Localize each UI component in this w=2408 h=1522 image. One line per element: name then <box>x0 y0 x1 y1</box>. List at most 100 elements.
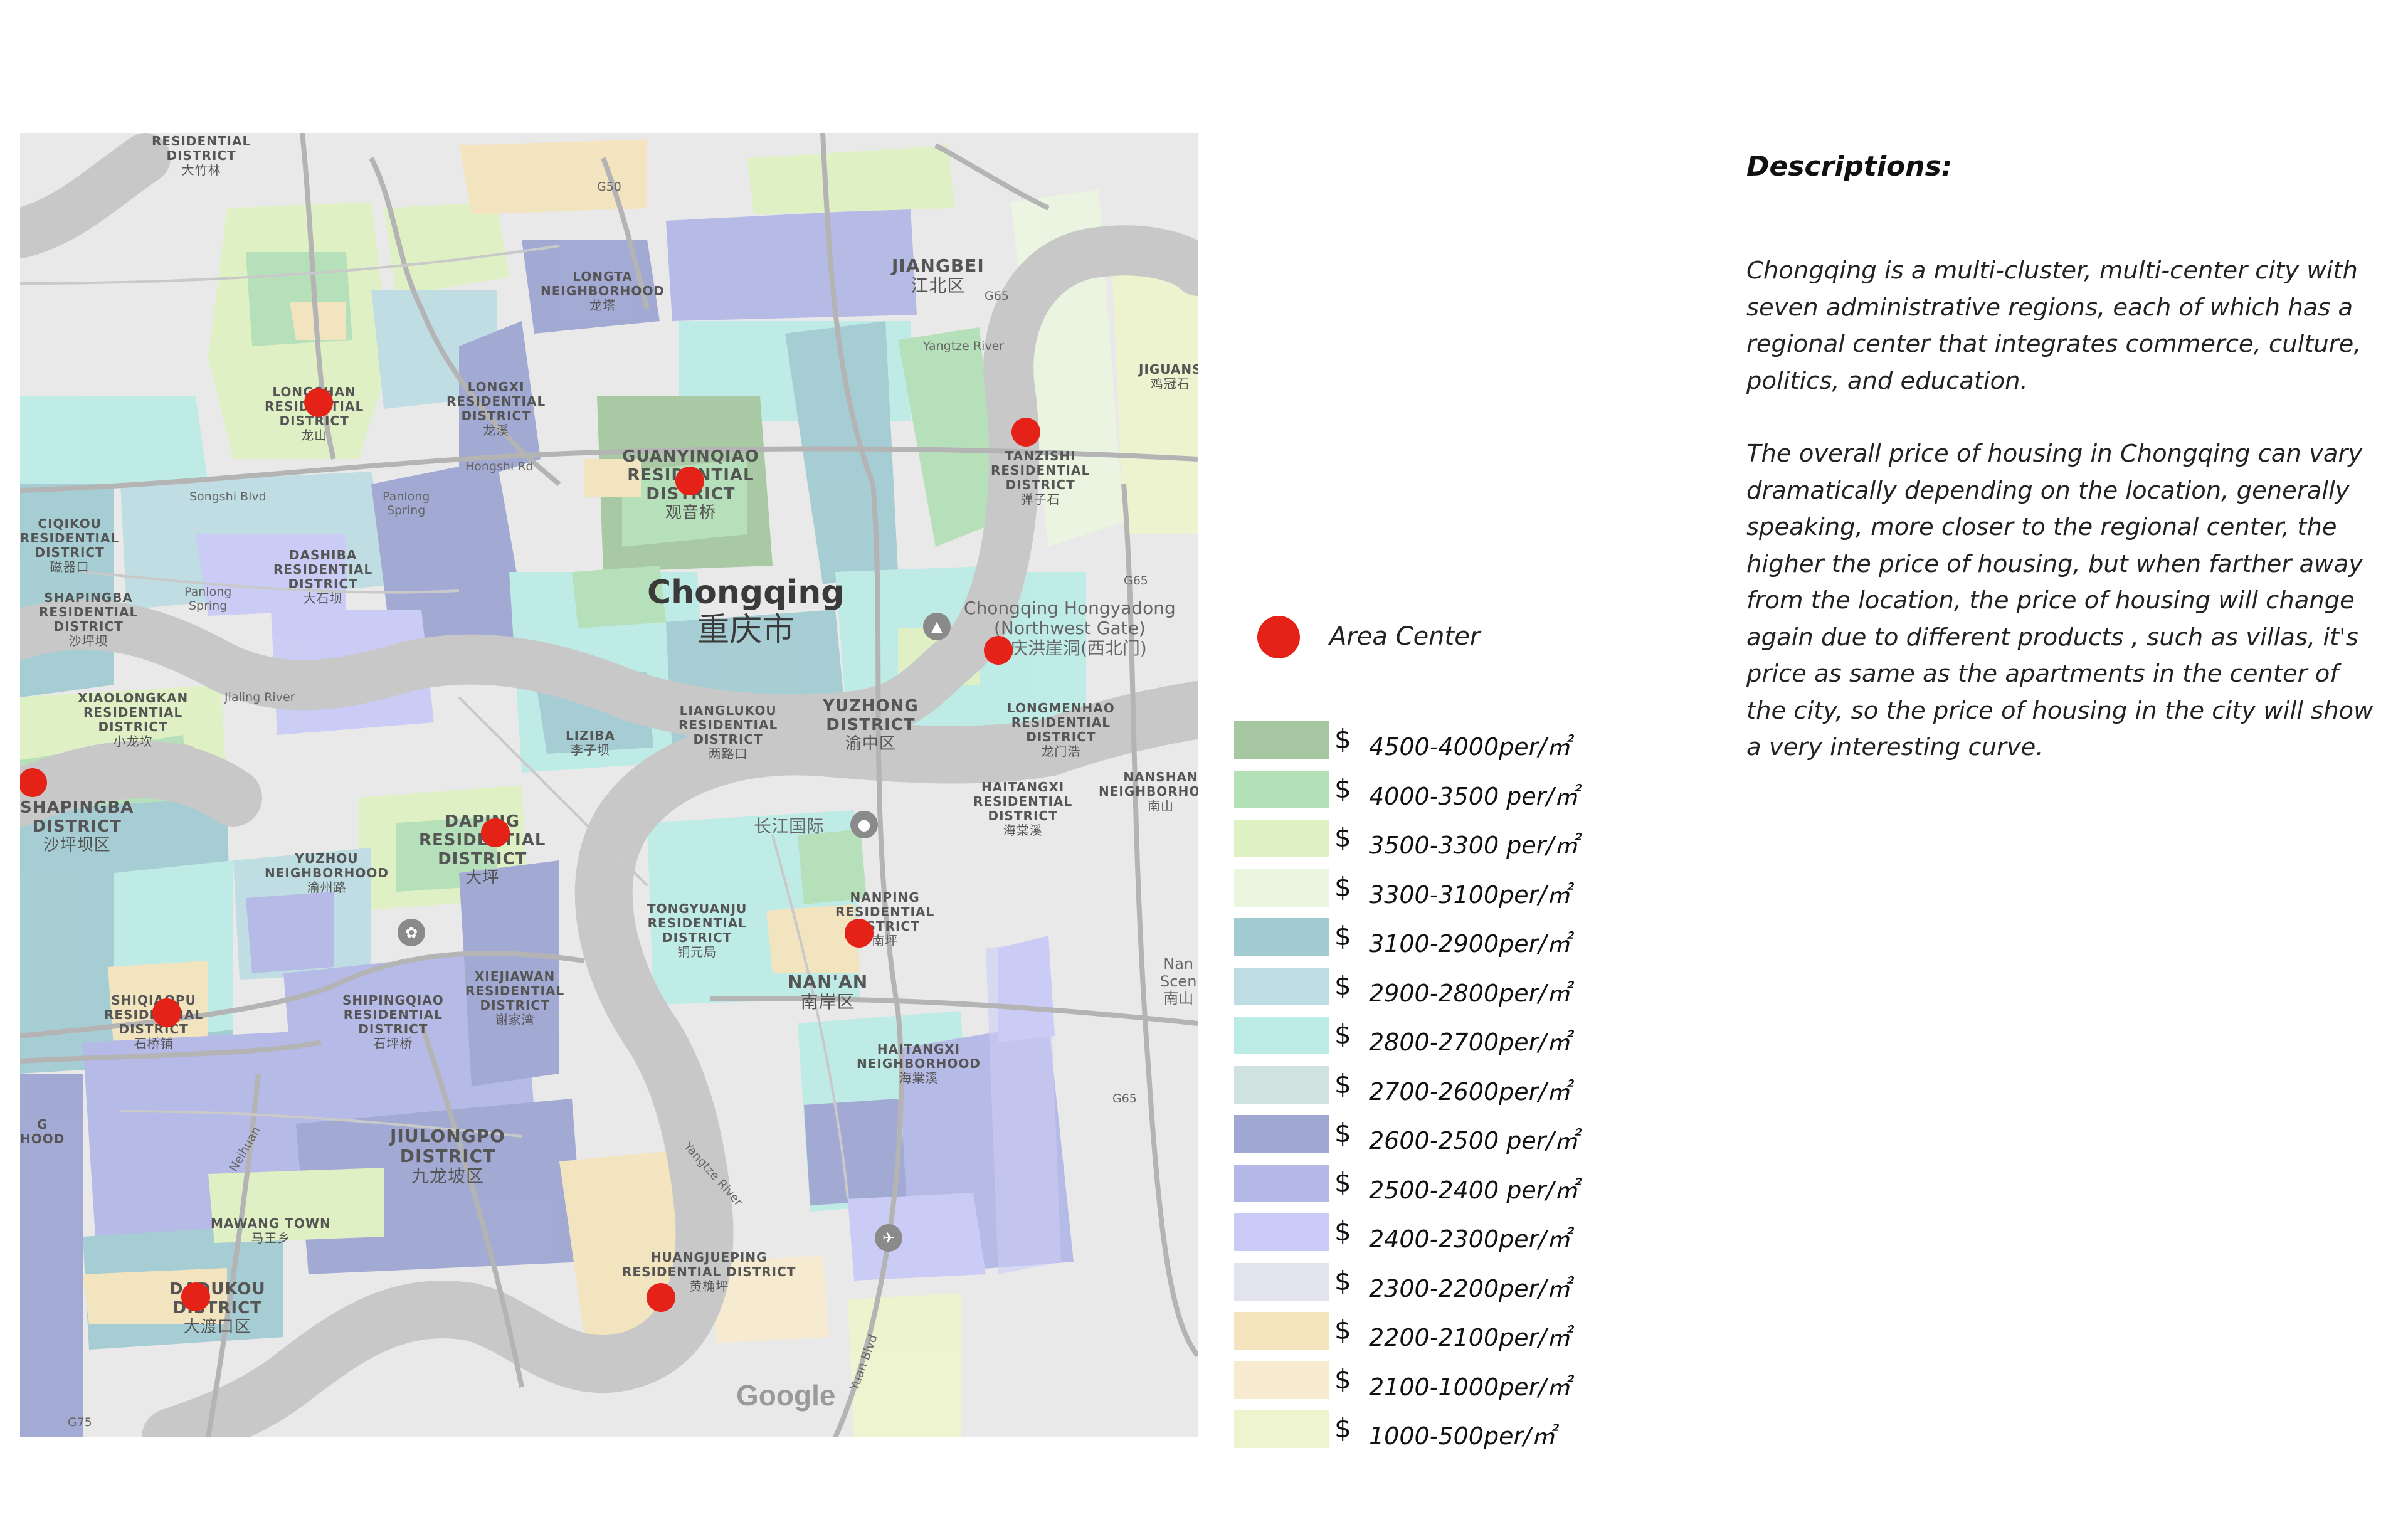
label-xiejiawan: XIEJIAWAN RESIDENTIAL DISTRICT 谢家湾 <box>465 969 565 1027</box>
zoo-icon[interactable]: ✿ <box>398 919 425 946</box>
label-songshi-blvd: Songshi Blvd <box>189 490 267 504</box>
dollar-icon: $ <box>1334 970 1351 1001</box>
dollar-icon: $ <box>1334 773 1351 804</box>
area-center-daping[interactable] <box>481 818 510 847</box>
label-nanan: NAN'AN 南岸区 <box>788 971 869 1013</box>
legend-label: 2400-2300per/㎡ <box>1369 1225 1571 1253</box>
label-panlong-spring-a: Panlong Spring <box>383 490 430 517</box>
area-center-guanyinqiao[interactable] <box>675 467 704 495</box>
area-center-longshan[interactable] <box>304 388 333 417</box>
label-g65-c: G65 <box>1112 1092 1137 1106</box>
legend-row: $ 3500-3300 per/㎡ <box>1234 820 1673 859</box>
dollar-icon: $ <box>1334 1363 1351 1395</box>
label-dashiba: DASHIBA RESIDENTIAL DISTRICT 大石坝 <box>273 547 373 606</box>
label-hongshi-rd: Hongshi Rd <box>465 460 534 473</box>
legend-swatch <box>1234 918 1329 956</box>
area-center-jiefangbei[interactable] <box>984 636 1013 665</box>
legend-row: $ 2800-2700per/㎡ <box>1234 1017 1673 1056</box>
legend-label: 4500-4000per/㎡ <box>1369 733 1571 761</box>
description-paragraph-2: The overall price of housing in Chongqin… <box>1746 440 2374 761</box>
area-center-huangjueping[interactable] <box>647 1283 675 1312</box>
label-g75: G75 <box>68 1415 92 1429</box>
legend-row: $ 2400-2300per/㎡ <box>1234 1213 1673 1253</box>
label-chongqing: Chongqing 重庆市 <box>647 574 845 649</box>
google-logo: Google <box>736 1379 836 1412</box>
airport-icon[interactable]: ✈ <box>875 1224 902 1252</box>
label-changjiang-guoji: 长江国际 <box>754 816 825 837</box>
legend-swatch <box>1234 967 1329 1005</box>
label-tongyuanju: TONGYUANJU RESIDENTIAL DISTRICT 铜元局 <box>647 901 747 959</box>
label-jiguanshi: JIGUANS 鸡冠石 <box>1139 362 1198 391</box>
dollar-icon: $ <box>1334 1413 1351 1444</box>
legend-row: $ 4500-4000per/㎡ <box>1234 721 1673 761</box>
dollar-icon: $ <box>1334 1068 1351 1099</box>
label-shipingqiao: SHIPINGQIAO RESIDENTIAL DISTRICT 石坪桥 <box>342 993 444 1051</box>
legend-swatch <box>1234 770 1329 808</box>
legend-swatch <box>1234 1213 1329 1251</box>
legend-label: 4000-3500 per/㎡ <box>1369 782 1578 810</box>
legend-row: $ 2200-2100per/㎡ <box>1234 1312 1673 1351</box>
label-tanzishi: TANZISHI RESIDENTIAL DISTRICT 弹子石 <box>991 448 1090 507</box>
area-center-dadukou[interactable] <box>181 1282 210 1311</box>
legend-label: 2600-2500 per/㎡ <box>1369 1127 1578 1155</box>
legend-swatch <box>1234 1017 1329 1054</box>
label-liziba: LIZIBA 李子坝 <box>566 728 615 758</box>
legend-label: 1000-500per/㎡ <box>1369 1422 1555 1450</box>
label-yuzhou: YUZHOU NEIGHBORHOOD 渝州路 <box>265 851 389 895</box>
label-jialing-river: Jialing River <box>224 690 295 704</box>
legend-label: 2800-2700per/㎡ <box>1369 1028 1571 1056</box>
dollar-icon: $ <box>1334 1019 1351 1050</box>
legend-row: $ 2700-2600per/㎡ <box>1234 1065 1673 1106</box>
legend-row: $ 3300-3100per/㎡ <box>1234 869 1673 909</box>
dollar-icon: $ <box>1334 724 1351 754</box>
label-haitangxi-nb: HAITANGXI NEIGHBORHOOD 海棠溪 <box>857 1042 981 1086</box>
label-nanshan: NANSHAN NEIGHBORHOOD南山 <box>1099 769 1198 813</box>
label-ciqikou: CIQIKOU RESIDENTIAL DISTRICT 磁器口 <box>20 516 120 574</box>
description-heading: Descriptions: <box>1746 151 1953 182</box>
dollar-icon: $ <box>1334 1314 1351 1345</box>
label-mawang: MAWANG TOWN 马王乡 <box>211 1216 331 1245</box>
label-longta: LONGTA NEIGHBORHOOD 龙塔 <box>541 269 665 313</box>
legend-label: 2700-2600per/㎡ <box>1369 1077 1571 1106</box>
label-longmenhao: LONGMENHAO RESIDENTIAL DISTRICT 龙门浩 <box>1007 700 1115 759</box>
museum-icon[interactable]: ▲ <box>923 613 951 640</box>
label-hood: G HOOD <box>20 1117 65 1146</box>
label-huangjueping: HUANGJUEPING RESIDENTIAL DISTRICT 黄桷坪 <box>622 1250 796 1294</box>
label-longxi: LONGXI RESIDENTIAL DISTRICT 龙溪 <box>446 379 546 438</box>
area-center-tanzishi[interactable] <box>1011 418 1040 447</box>
legend-row: $ 4000-3500 per/㎡ <box>1234 770 1673 810</box>
area-center-shiqiaopu[interactable] <box>152 998 181 1027</box>
legend-label: 2500-2400 per/㎡ <box>1369 1176 1578 1204</box>
legend-row: $ 2100-1000per/㎡ <box>1234 1361 1673 1401</box>
dollar-icon: $ <box>1334 921 1351 951</box>
legend-swatch <box>1234 820 1329 857</box>
label-g65-a: G65 <box>985 289 1009 303</box>
label-g50: G50 <box>597 180 621 194</box>
price-map[interactable]: RESIDENTIAL DISTRICT 大竹林 G50 LONGTA NEIGH… <box>20 133 1198 1437</box>
legend-label: 2200-2100per/㎡ <box>1369 1324 1571 1351</box>
legend-swatch <box>1234 1361 1329 1399</box>
label-shapingba-dist: SHAPINGBA DISTRICT 沙坪坝区 <box>20 798 134 855</box>
label-haitangxi-res: HAITANGXI RESIDENTIAL DISTRICT 海棠溪 <box>973 779 1073 838</box>
label-yangtze-river-top: Yangtze River <box>923 339 1005 353</box>
legend-row: $ 2600-2500 per/㎡ <box>1234 1115 1673 1155</box>
legend-swatch <box>1234 1410 1329 1448</box>
legend-row: $ 2900-2800per/㎡ <box>1234 967 1673 1007</box>
legend-swatch <box>1234 1065 1329 1104</box>
label-nanshan-scenic: Nan Scen 南山 <box>1160 955 1197 1008</box>
description-panel: Descriptions: Chongqing is a multi-clust… <box>1746 151 2374 803</box>
area-center-nanping[interactable] <box>845 919 874 948</box>
legend-swatch <box>1234 1115 1329 1153</box>
area-center-label: Area Center <box>1329 622 1481 651</box>
legend-label: 3300-3100per/㎡ <box>1369 880 1571 909</box>
label-residential-district-top: RESIDENTIAL DISTRICT 大竹林 <box>152 134 251 177</box>
legend-swatch <box>1234 1164 1329 1202</box>
legend-row: $ 1000-500per/㎡ <box>1234 1410 1673 1450</box>
legend-row: $ 2500-2400 per/㎡ <box>1234 1164 1673 1204</box>
label-shapingba-res: SHAPINGBA RESIDENTIAL DISTRICT 沙坪坝 <box>39 590 139 648</box>
label-panlong-spring-b: Panlong Spring <box>184 585 232 613</box>
building-icon[interactable]: ● <box>850 811 878 838</box>
label-g65-b: G65 <box>1124 574 1148 588</box>
label-xiaolongkan: XIAOLONGKAN RESIDENTIAL DISTRICT 小龙坎 <box>78 690 189 749</box>
dollar-icon: $ <box>1334 822 1351 853</box>
